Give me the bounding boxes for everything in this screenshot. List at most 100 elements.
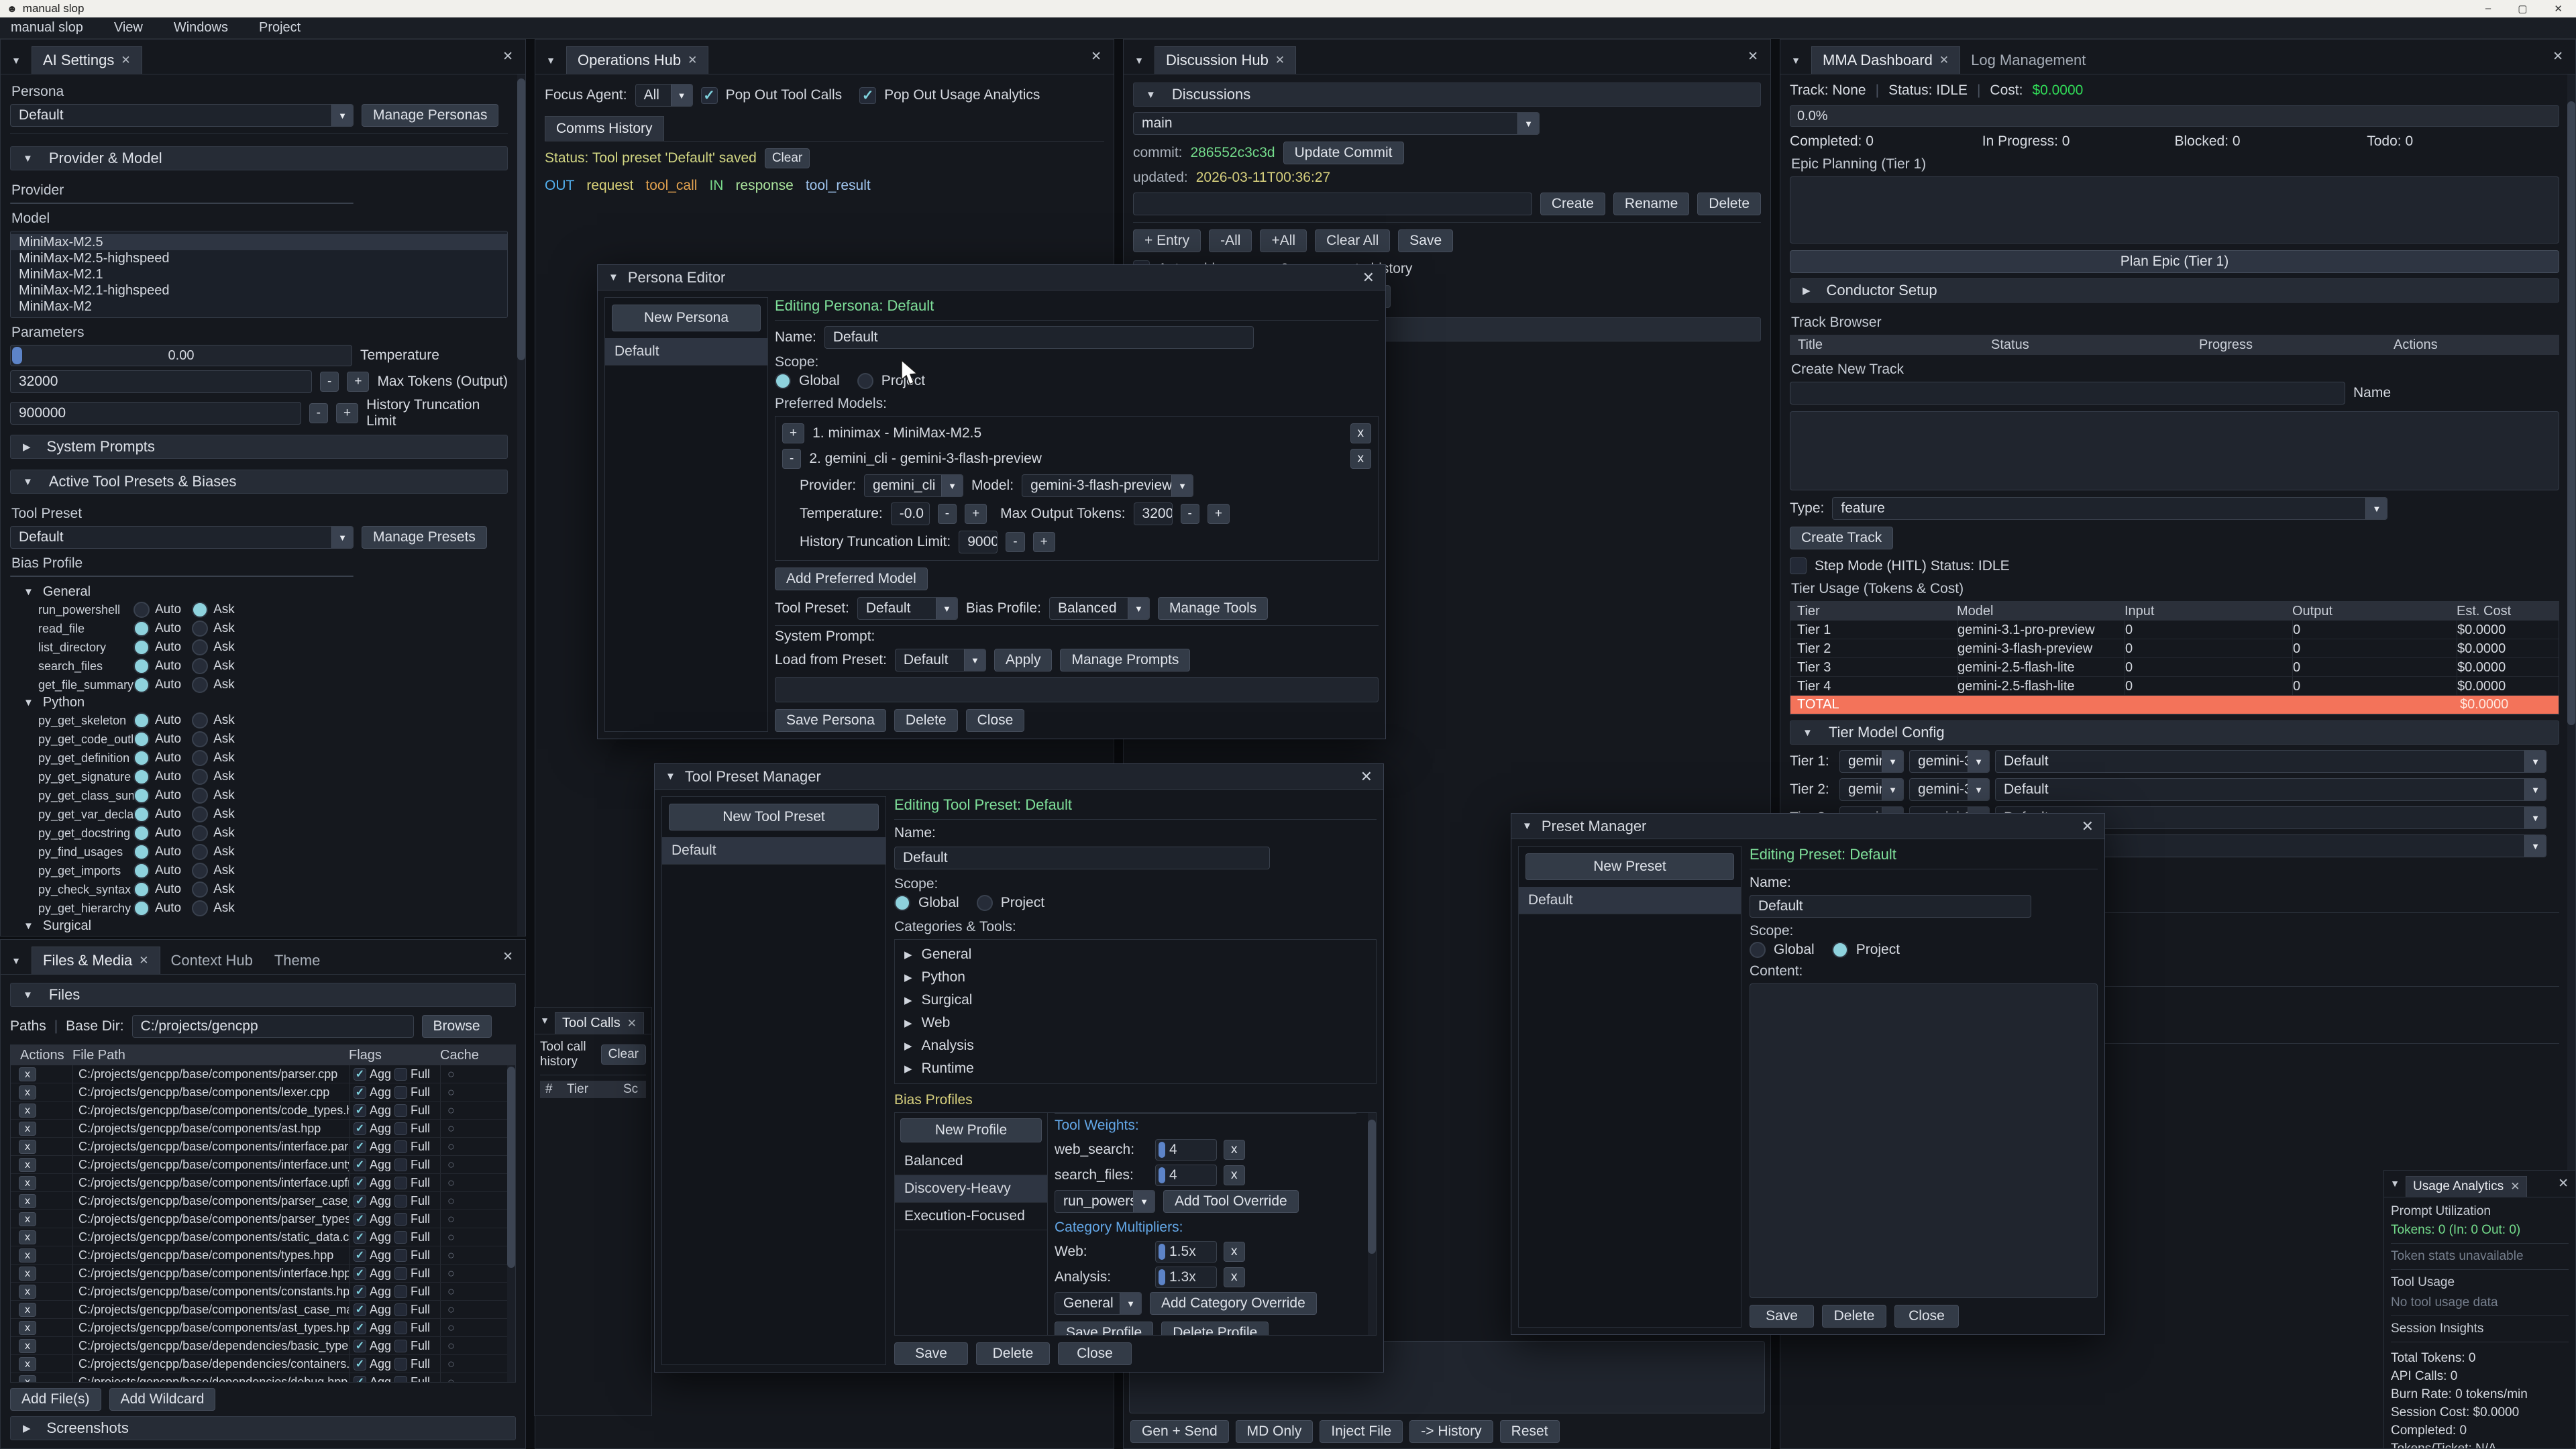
agg-checkbox[interactable]: ✓ [354, 1303, 366, 1316]
full-checkbox[interactable] [394, 1376, 407, 1383]
menu-item-windows[interactable]: Windows [174, 20, 228, 36]
remove-file-button[interactable]: x [19, 1122, 36, 1136]
ask-radio[interactable] [192, 863, 208, 879]
category-override-select[interactable]: General ▼ [1055, 1292, 1142, 1315]
ask-radio[interactable] [192, 658, 208, 674]
category-multiplier-Analysis-remove-button[interactable]: x [1224, 1267, 1245, 1287]
tier-model-select[interactable]: gemini-3-flash-p▼ [1909, 778, 1990, 801]
slider-thumb[interactable] [1159, 1142, 1165, 1158]
model-list-item[interactable]: MiniMax-M2.5-highspeed [11, 250, 507, 266]
epic-planning-input[interactable] [1790, 176, 2559, 244]
remove-file-button[interactable]: x [19, 1212, 36, 1226]
ask-radio[interactable] [192, 825, 208, 841]
remove-file-button[interactable]: x [19, 1176, 36, 1190]
tool-group-web[interactable]: ▼Web [23, 934, 508, 936]
remove-file-button[interactable]: x [19, 1085, 36, 1099]
tab-ai-settings[interactable]: AI Settings ✕ [32, 46, 142, 74]
panel-close-icon[interactable]: ✕ [502, 49, 513, 64]
auto-radio[interactable] [133, 677, 150, 693]
remove-file-button[interactable]: x [19, 1321, 36, 1335]
close-icon[interactable]: ✕ [121, 54, 130, 67]
popout-tool-calls-checkbox[interactable]: ✓ [701, 87, 718, 104]
panel-close-icon[interactable]: ✕ [2558, 1176, 2569, 1191]
compose-button-gen-send[interactable]: Gen + Send [1130, 1420, 1229, 1443]
discussion-select[interactable]: main ▼ [1133, 112, 1540, 135]
discussion-button--all[interactable]: -All [1209, 229, 1252, 252]
save-persona-button[interactable]: Save Persona [775, 709, 886, 732]
auto-radio[interactable] [133, 844, 150, 860]
model-list-item[interactable]: MiniMax-M2.1 [11, 266, 507, 282]
discussion-button-save[interactable]: Save [1398, 229, 1453, 252]
hist-decrement[interactable]: - [1006, 532, 1024, 552]
ask-radio[interactable] [192, 900, 208, 916]
manage-presets-button[interactable]: Manage Presets [362, 526, 487, 549]
expanded-icon[interactable]: ▼ [665, 771, 676, 782]
full-checkbox[interactable] [394, 1177, 407, 1189]
tab-discussion-hub[interactable]: Discussion Hub ✕ [1155, 46, 1296, 74]
persona-list-item[interactable]: Default [605, 338, 767, 366]
step-mode-checkbox[interactable]: ✓ [1790, 557, 1807, 574]
close-icon[interactable]: ✕ [2554, 3, 2563, 15]
slider-thumb[interactable] [12, 347, 22, 364]
basedir-field[interactable]: C:/projects/gencpp [132, 1015, 414, 1038]
ask-radio[interactable] [192, 602, 208, 618]
tool-preset-name-field[interactable]: Default [894, 847, 1270, 869]
ask-radio[interactable] [192, 844, 208, 860]
section-files[interactable]: ▼ Files [10, 983, 516, 1007]
remove-file-button[interactable]: x [19, 1339, 36, 1353]
full-checkbox[interactable] [394, 1249, 407, 1262]
auto-radio[interactable] [133, 621, 150, 637]
close-icon[interactable]: ✕ [1939, 54, 1949, 67]
agg-checkbox[interactable]: ✓ [354, 1086, 366, 1099]
auto-radio[interactable] [133, 602, 150, 618]
new-persona-button[interactable]: New Persona [612, 305, 761, 331]
remove-model-1-button[interactable]: x [1350, 423, 1372, 443]
agg-checkbox[interactable]: ✓ [354, 1267, 366, 1280]
compose-button--history[interactable]: -> History [1409, 1420, 1493, 1443]
history-increment[interactable]: + [336, 403, 358, 423]
remove-file-button[interactable]: x [19, 1285, 36, 1299]
auto-radio[interactable] [133, 825, 150, 841]
max-output-field[interactable]: 32000 [1134, 502, 1173, 525]
tab-context-hub[interactable]: Context Hub [160, 947, 264, 974]
profile-item-balanced[interactable]: Balanced [895, 1148, 1047, 1175]
scope-project-radio[interactable] [977, 895, 993, 911]
focus-agent-select[interactable]: All ▼ [635, 84, 693, 107]
remove-file-button[interactable]: x [19, 1230, 36, 1244]
full-checkbox[interactable] [394, 1068, 407, 1081]
tab-log-management[interactable]: Log Management [1960, 47, 2096, 74]
manage-prompts-button[interactable]: Manage Prompts [1060, 649, 1190, 672]
model-list-item[interactable]: MiniMax-M2.1-highspeed [11, 282, 507, 299]
tool-group-python[interactable]: ▼Python [23, 694, 508, 711]
section-discussions[interactable]: ▼ Discussions [1133, 83, 1761, 107]
persona-select[interactable]: Default ▼ [10, 104, 354, 127]
dock-handle-icon[interactable]: ▼ [2384, 1178, 2406, 1197]
new-preset-button[interactable]: New Preset [1525, 853, 1734, 880]
profile-name-field[interactable]: Discovery-Heavy [1055, 1113, 1356, 1114]
tier-preset-select[interactable]: Default▼ [1995, 750, 2546, 773]
compose-button-reset[interactable]: Reset [1500, 1420, 1560, 1443]
full-checkbox[interactable] [394, 1140, 407, 1153]
auto-radio[interactable] [133, 788, 150, 804]
remove-file-button[interactable]: x [19, 1158, 36, 1172]
tool-weight-search_files-remove-button[interactable]: x [1224, 1165, 1245, 1185]
remove-file-button[interactable]: x [19, 1357, 36, 1371]
save-tool-preset-button[interactable]: Save [894, 1342, 968, 1365]
ask-radio[interactable] [192, 750, 208, 766]
tier-preset-select[interactable]: Default▼ [1995, 778, 2546, 801]
tool-weight-search_files-slider[interactable]: 4 [1155, 1165, 1217, 1186]
tier-model-select[interactable]: gemini-3.1-pro-p▼ [1909, 750, 1990, 773]
history-decrement[interactable]: - [309, 403, 328, 423]
slider-thumb[interactable] [1159, 1269, 1165, 1285]
close-dialog-button[interactable]: Close [1894, 1305, 1959, 1328]
full-checkbox[interactable] [394, 1358, 407, 1371]
full-checkbox[interactable] [394, 1340, 407, 1352]
full-checkbox[interactable] [394, 1231, 407, 1244]
persona-tool-preset-select[interactable]: Default ▼ [857, 597, 958, 620]
add-wildcard-button[interactable]: Add Wildcard [109, 1388, 216, 1411]
dock-handle-icon[interactable]: ▼ [1124, 55, 1155, 74]
ask-radio[interactable] [192, 677, 208, 693]
agg-checkbox[interactable]: ✓ [354, 1140, 366, 1153]
close-icon[interactable]: ✕ [688, 54, 697, 67]
update-commit-button[interactable]: Update Commit [1283, 142, 1404, 164]
